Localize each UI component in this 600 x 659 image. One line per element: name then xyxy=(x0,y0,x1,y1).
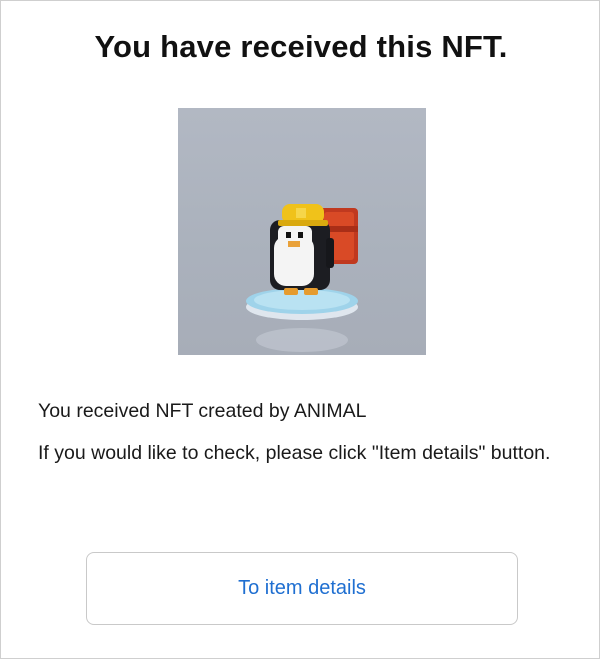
to-item-details-button[interactable]: To item details xyxy=(86,552,518,625)
received-message: You received NFT created by ANIMAL xyxy=(38,400,367,422)
nft-received-card: You have received this NFT. You received… xyxy=(0,0,600,659)
instruction-message: If you would like to check, please click… xyxy=(38,442,551,464)
voxel-penguin-icon xyxy=(246,204,358,352)
nft-image xyxy=(178,108,426,355)
dialog-title: You have received this NFT. xyxy=(94,29,508,64)
